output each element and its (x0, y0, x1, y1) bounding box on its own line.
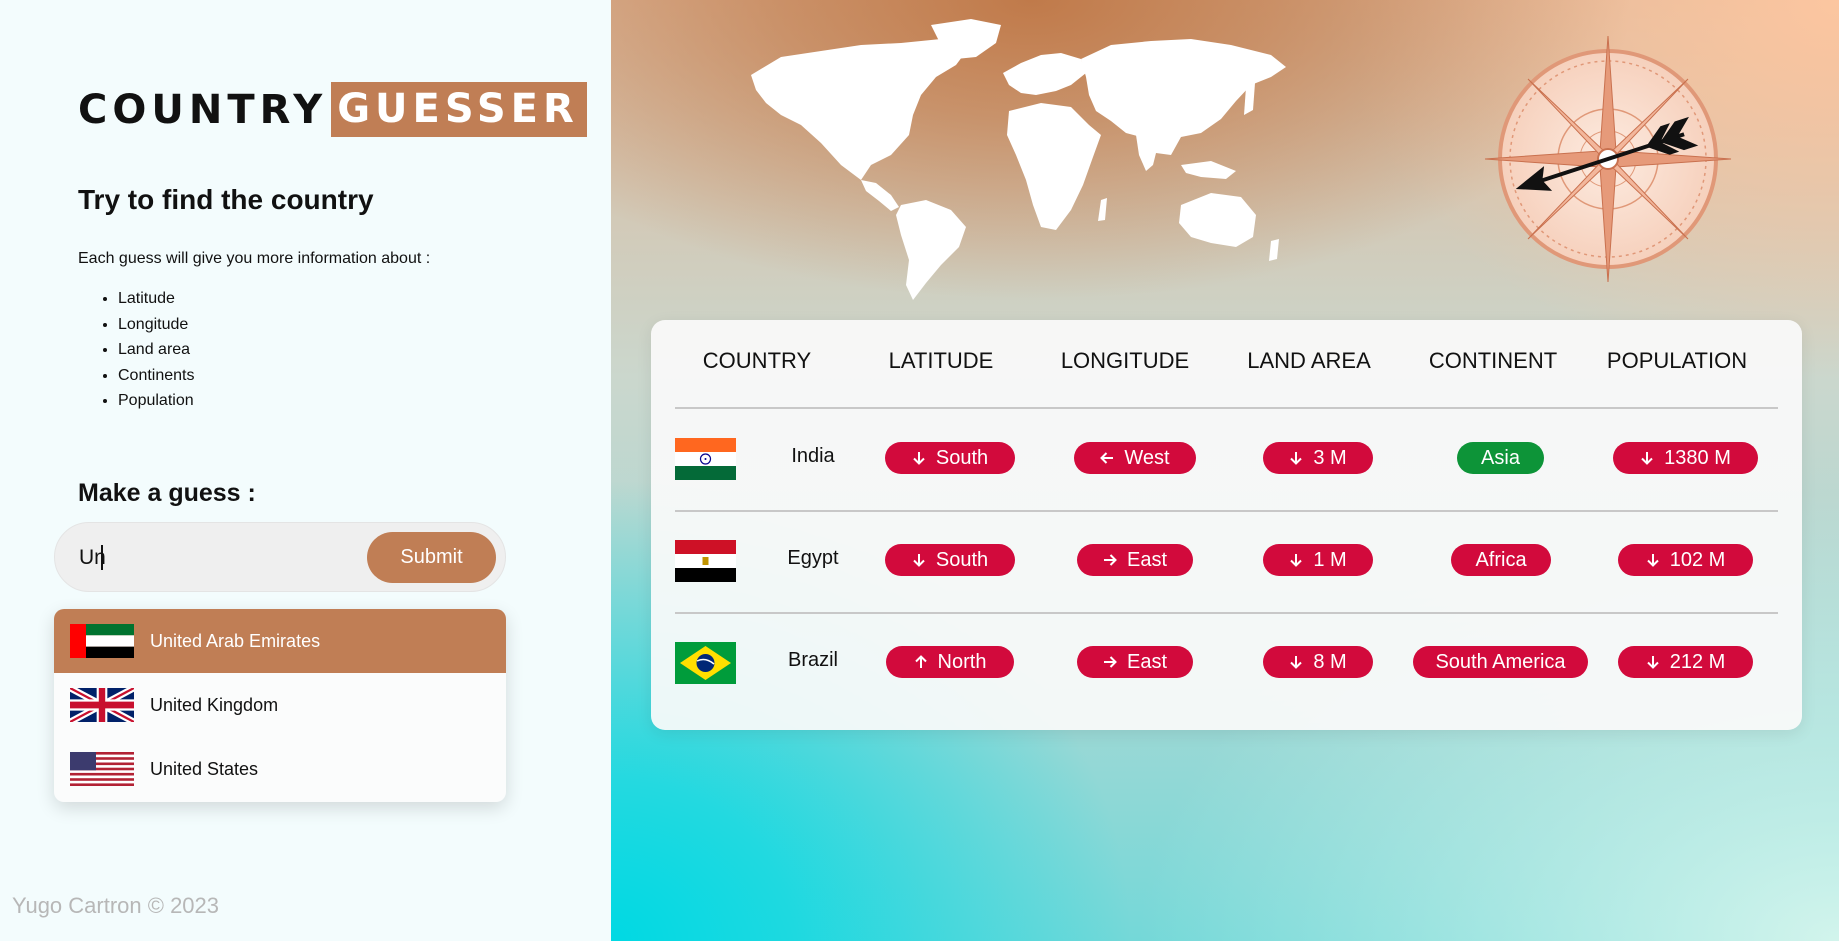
feature-item: Continents (118, 363, 195, 389)
continent-value: South America (1435, 650, 1566, 673)
feature-item: Population (118, 388, 195, 414)
guess-results-table: COUNTRY LATITUDE LONGITUDE LAND AREA CON… (651, 320, 1802, 730)
feature-item: Latitude (118, 286, 195, 312)
feature-list: Latitude Longitude Land area Continents … (118, 286, 195, 414)
header-country: COUNTRY (702, 348, 812, 373)
longitude-badge: West (1074, 442, 1196, 474)
intro-title: Try to find the country (78, 184, 374, 215)
us-flag-icon (70, 752, 134, 786)
latitude-badge: South (885, 442, 1015, 474)
suggestion-label: United Arab Emirates (150, 630, 321, 651)
population-badge: 212 M (1618, 646, 1753, 678)
guess-form: Submit (54, 522, 506, 592)
arrow-down-icon (1646, 554, 1659, 567)
longitude-badge: East (1077, 646, 1193, 678)
header-land-area: LAND AREA (1247, 348, 1371, 373)
compass-icon (1484, 35, 1732, 283)
continent-badge: Asia (1457, 442, 1544, 474)
uk-flag-icon (70, 688, 134, 722)
arrow-left-icon (1100, 452, 1114, 464)
arrow-down-icon (1646, 656, 1659, 669)
land-area-badge: 1 M (1263, 544, 1373, 576)
arrow-down-icon (1641, 452, 1653, 465)
country-name: India (791, 445, 835, 467)
arrow-up-icon (914, 655, 927, 668)
suggestion-label: United Kingdom (150, 694, 279, 715)
brazil-flag-icon (675, 642, 736, 684)
app-logo: COUNTRY GUESSER (78, 82, 587, 137)
feature-item: Longitude (118, 312, 195, 338)
arrow-down-icon (913, 554, 925, 567)
longitude-value: West (1124, 446, 1170, 469)
population-badge: 102 M (1618, 544, 1753, 576)
population-value: 212 M (1669, 650, 1726, 673)
population-badge: 1380 M (1613, 442, 1758, 474)
logo-part-guesser: GUESSER (331, 82, 587, 137)
country-name: Brazil (787, 649, 838, 671)
footer-copyright: Yugo Cartron © 2023 (12, 893, 220, 918)
land-area-badge: 8 M (1263, 646, 1373, 678)
population-value: 102 M (1669, 548, 1726, 571)
suggestion-united-arab-emirates[interactable]: United Arab Emirates (54, 609, 506, 673)
india-flag-icon (675, 438, 736, 480)
right-panel: COUNTRY LATITUDE LONGITUDE LAND AREA CON… (611, 0, 1839, 941)
header-latitude: LATITUDE (888, 348, 994, 373)
arrow-right-icon (1103, 656, 1117, 668)
table-row: Egypt South East 1 M Africa 102 M (651, 510, 1802, 610)
land-area-value: 1 M (1313, 548, 1347, 571)
land-area-badge: 3 M (1263, 442, 1373, 474)
latitude-badge: North (886, 646, 1014, 678)
continent-value: Africa (1475, 548, 1527, 571)
arrow-down-icon (1290, 554, 1303, 567)
guess-title: Make a guess : (78, 479, 256, 507)
continent-value: Asia (1481, 446, 1520, 469)
suggestion-dropdown: United Arab Emirates United Kingdom Unit… (54, 609, 506, 802)
population-value: 1380 M (1664, 446, 1731, 469)
continent-badge: South America (1413, 646, 1588, 678)
header-population: POPULATION (1606, 348, 1748, 373)
suggestion-united-kingdom[interactable]: United Kingdom (54, 673, 506, 737)
header-continent: CONTINENT (1428, 348, 1558, 373)
submit-button[interactable]: Submit (367, 532, 496, 583)
text-cursor (101, 545, 103, 570)
intro-description: Each guess will give you more informatio… (78, 250, 431, 267)
arrow-down-icon (1290, 656, 1303, 669)
latitude-value: South (935, 446, 989, 469)
arrow-down-icon (1290, 452, 1303, 465)
longitude-badge: East (1077, 544, 1193, 576)
land-area-value: 3 M (1313, 446, 1347, 469)
latitude-value: North (937, 650, 987, 673)
land-area-value: 8 M (1313, 650, 1347, 673)
latitude-badge: South (885, 544, 1015, 576)
egypt-flag-icon (675, 540, 736, 582)
logo-part-country: COUNTRY (78, 86, 328, 133)
header-longitude: LONGITUDE (1060, 348, 1190, 373)
country-search-input[interactable] (79, 539, 329, 577)
suggestion-united-states[interactable]: United States (54, 737, 506, 801)
left-panel: COUNTRY GUESSER Try to find the country … (0, 0, 611, 941)
arrow-right-icon (1103, 554, 1117, 566)
table-header: COUNTRY LATITUDE LONGITUDE LAND AREA CON… (651, 320, 1802, 408)
table-row: Brazil North East 8 M South America 212 … (651, 612, 1802, 712)
longitude-value: East (1126, 650, 1168, 673)
table-row: India South West 3 M Asia 1380 M (651, 408, 1802, 508)
country-name: Egypt (787, 547, 839, 569)
arrow-down-icon (913, 452, 925, 465)
feature-item: Land area (118, 337, 195, 363)
latitude-value: South (935, 548, 989, 571)
suggestion-label: United States (150, 758, 259, 779)
world-map-icon (751, 19, 1286, 300)
uae-flag-icon (70, 624, 134, 658)
continent-badge: Africa (1451, 544, 1551, 576)
longitude-value: East (1126, 548, 1168, 571)
